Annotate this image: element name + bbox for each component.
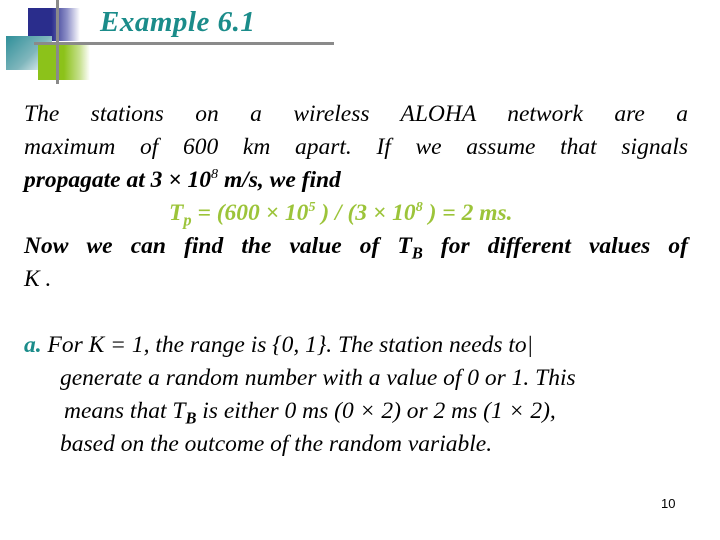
item-a-line-1-text: For K = 1, the range is {0, 1}. The stat… xyxy=(41,332,534,358)
slide-body: The stations on a wireless ALOHA network… xyxy=(24,98,688,461)
intro-line-3-text: propagate at 3 × 10 xyxy=(24,167,212,193)
formula-part-3: ) = 2 ms. xyxy=(422,200,513,226)
now-paragraph: Now we can find the value of TB for diff… xyxy=(24,230,688,296)
intro-line-2: maximum of 600 km apart. If we assume th… xyxy=(24,134,688,160)
formula-lhs: T xyxy=(169,200,184,226)
page-number: 10 xyxy=(661,496,676,511)
green-square-decoration xyxy=(38,44,90,80)
formula-part-1: = (600 × 10 xyxy=(191,200,309,226)
slide-title: Example 6.1 xyxy=(100,6,256,38)
now-line-1-tail: for different values of xyxy=(422,233,689,259)
intro-line-1: The stations on a wireless ALOHA network… xyxy=(24,101,688,127)
slide-logo-decoration xyxy=(0,0,100,90)
now-line-1-text: Now we can find the value of T xyxy=(24,233,412,259)
formula-exponent-2: 8 xyxy=(415,199,423,216)
now-line-2: K . xyxy=(24,266,52,292)
formula-line: Tp = (600 × 105 ) / (3 × 108 ) = 2 ms. xyxy=(24,197,688,230)
formula-part-2: ) / (3 × 10 xyxy=(315,200,416,226)
item-a-line-3-text: means that T xyxy=(64,398,186,424)
item-a-line-3: means that TB is either 0 ms (0 × 2) or … xyxy=(24,395,688,428)
item-a-line-2: generate a random number with a value of… xyxy=(60,365,576,391)
horizontal-rule-decoration xyxy=(34,42,334,45)
item-a-line-3-tail: is either 0 ms (0 × 2) or 2 ms (1 × 2), xyxy=(196,398,556,424)
propagation-formula: Tp = (600 × 105 ) / (3 × 108 ) = 2 ms. xyxy=(24,197,688,230)
list-item-a: a. For K = 1, the range is {0, 1}. The s… xyxy=(24,329,688,461)
item-a-line-1: a. For K = 1, the range is {0, 1}. The s… xyxy=(24,329,688,362)
subscript: B xyxy=(411,243,423,263)
intro-line-3-tail: m/s, we find xyxy=(218,167,341,193)
formula-lhs-subscript: p xyxy=(183,210,192,230)
intro-paragraph: The stations on a wireless ALOHA network… xyxy=(24,98,688,197)
item-a-label: a. xyxy=(24,332,42,358)
item-a-line-4: based on the outcome of the random varia… xyxy=(60,431,493,457)
subscript: B xyxy=(185,408,197,428)
intro-line-3: propagate at 3 × 108 m/s, we find xyxy=(24,164,688,197)
now-line-1: Now we can find the value of TB for diff… xyxy=(24,230,688,263)
